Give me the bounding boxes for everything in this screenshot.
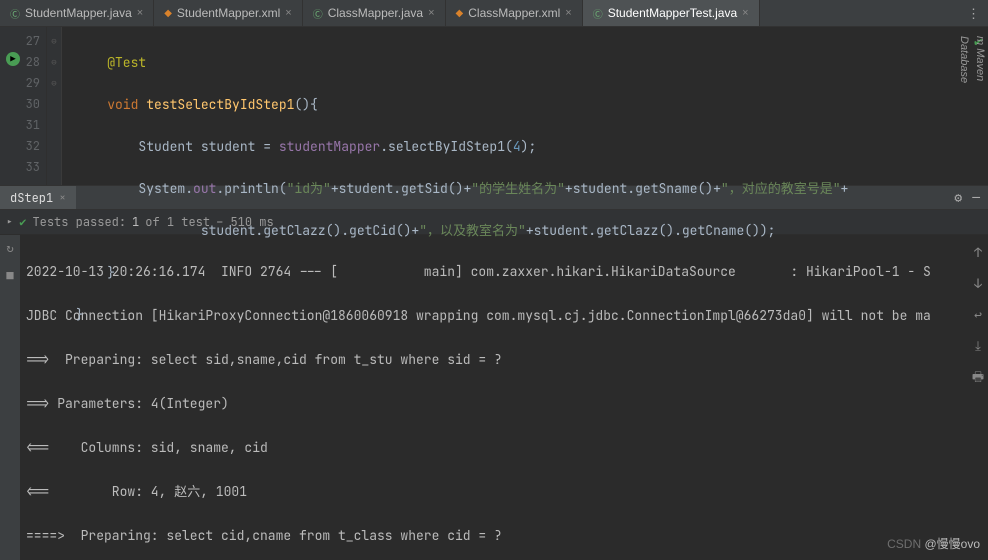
chevron-right-icon[interactable]: ▸	[6, 214, 13, 230]
gutter-run-icon[interactable]: ▶	[6, 52, 20, 66]
rerun-icon[interactable]: ↻	[3, 241, 17, 255]
close-icon[interactable]: ×	[428, 7, 434, 19]
console-line: ====> Preparing: select cid,cname from t…	[26, 525, 982, 547]
run-tab[interactable]: dStep1 ×	[0, 186, 76, 209]
close-icon[interactable]: ×	[285, 7, 291, 19]
tabs-more-icon[interactable]: ⋮	[959, 0, 988, 26]
tests-passed-icon: ✔	[19, 214, 26, 230]
xml-icon: ◆	[456, 8, 464, 19]
stop-icon[interactable]: ■	[3, 269, 17, 283]
run-toolbar: ↻ ■	[0, 235, 20, 560]
source-code[interactable]: @Test void testSelectByIdStep1(){ Studen…	[62, 27, 968, 185]
tab-studentmapper-java[interactable]: Ⓒ StudentMapper.java ×	[0, 0, 154, 26]
editor: ▶ 27 28 29 30 31 32 33 ⊖ ⊖ ⊖ @Test void …	[0, 27, 988, 185]
watermark-right: @慢慢ovo	[924, 537, 980, 551]
test-class-icon: Ⓒ	[593, 6, 603, 21]
line-number: 32	[0, 136, 40, 157]
softwrap-icon[interactable]: ↩	[974, 306, 982, 323]
line-gutter: ▶ 27 28 29 30 31 32 33	[0, 27, 47, 185]
sidebar-maven[interactable]: m Maven	[972, 30, 988, 89]
watermark: CSDN @慢慢ovo	[887, 535, 980, 552]
tab-classmapper-xml[interactable]: ◆ ClassMapper.xml ×	[446, 0, 583, 26]
scroll-up-icon[interactable]: ↑	[974, 244, 982, 261]
line-number: 31	[0, 115, 40, 136]
right-tool-strip: m Maven Database	[956, 30, 988, 89]
close-icon[interactable]: ×	[565, 7, 571, 19]
tab-studentmapper-xml[interactable]: ◆ StudentMapper.xml ×	[154, 0, 303, 26]
watermark-left: CSDN	[887, 537, 924, 551]
class-icon: Ⓒ	[10, 6, 20, 21]
close-icon[interactable]: ×	[137, 7, 143, 19]
class-icon: Ⓒ	[313, 6, 323, 21]
console-line: <== Columns: sid, sname, cid	[26, 437, 982, 459]
tab-label: ClassMapper.java	[328, 6, 423, 20]
console-line: ==> Parameters: 4(Integer)	[26, 393, 982, 415]
line-number: 33	[0, 157, 40, 178]
tab-label: StudentMapper.java	[25, 6, 132, 20]
tab-label: StudentMapper.xml	[177, 6, 280, 20]
fold-strip: ⊖ ⊖ ⊖	[47, 27, 62, 185]
xml-icon: ◆	[164, 8, 172, 19]
print-icon[interactable]: 🖶	[972, 368, 984, 390]
sidebar-database[interactable]: Database	[956, 30, 972, 89]
tab-classmapper-java[interactable]: Ⓒ ClassMapper.java ×	[303, 0, 446, 26]
tab-label: StudentMapperTest.java	[608, 6, 737, 20]
minimize-icon[interactable]: —	[972, 189, 980, 206]
fold-mark[interactable]: ⊖	[47, 73, 61, 94]
fold-mark[interactable]: ⊖	[47, 31, 61, 52]
scroll-down-icon[interactable]: ↓	[974, 275, 982, 292]
scroll-end-icon[interactable]: ⤓	[975, 337, 981, 354]
run-tab-label: dStep1	[10, 190, 53, 206]
close-icon[interactable]: ×	[59, 191, 66, 205]
tab-studentmappertest-java[interactable]: Ⓒ StudentMapperTest.java ×	[583, 0, 760, 26]
editor-tabs: Ⓒ StudentMapper.java × ◆ StudentMapper.x…	[0, 0, 988, 27]
close-icon[interactable]: ×	[742, 7, 748, 19]
tab-label: ClassMapper.xml	[468, 6, 560, 20]
fold-mark[interactable]: ⊖	[47, 52, 61, 73]
console-line: <== Row: 4, 赵六, 1001	[26, 481, 982, 503]
line-number: 27	[0, 31, 40, 52]
console-right-toolbar: ↑ ↓ ↩ ⤓ 🖶	[968, 240, 988, 390]
line-number: 29	[0, 73, 40, 94]
line-number: 30	[0, 94, 40, 115]
